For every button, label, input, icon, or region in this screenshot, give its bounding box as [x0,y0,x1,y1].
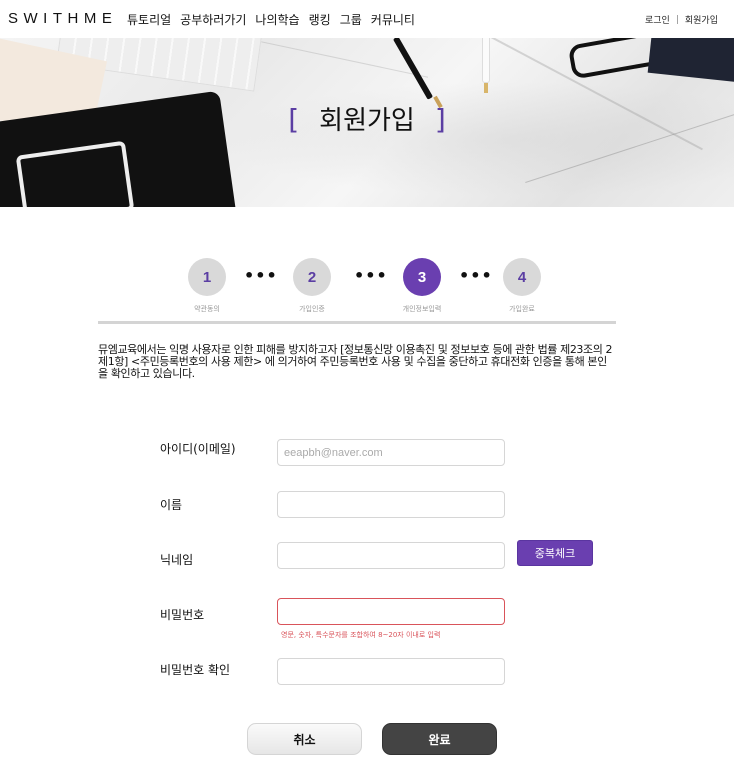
name-input[interactable] [277,491,505,518]
title-bracket-close: ] [434,103,446,136]
nav-item-ranking[interactable]: 랭킹 [309,11,331,28]
step-3-label: 개인정보입력 [402,305,442,313]
signup-link[interactable]: 회원가입 [685,13,718,26]
step-dots: ••• [459,266,493,285]
step-1-label: 약관동의 [194,305,220,313]
nav-item-my-learning[interactable]: 나의학습 [255,11,299,28]
step-1-circle: 1 [188,258,226,296]
hero-banner: [ 회원가입] [0,38,734,207]
step-2-label: 가입인증 [299,305,325,313]
top-header: SWITHME 튜토리얼 공부하러가기 나의학습 랭킹 그룹 커뮤니티 로그인 … [0,0,734,38]
id-label: 아이디(이메일) [160,442,236,456]
auth-links: 로그인 | 회원가입 [645,13,718,27]
pen-image [482,38,490,83]
nav-item-group[interactable]: 그룹 [340,11,362,28]
nav-item-tutorial[interactable]: 튜토리얼 [127,11,171,28]
title-bracket-open: [ [288,103,300,136]
step-4-label: 가입완료 [509,305,535,313]
id-input[interactable]: eeapbh@naver.com [277,439,505,466]
divider [98,321,616,324]
pen-tip [484,83,488,93]
cancel-button[interactable]: 취소 [247,723,362,755]
step-dots: ••• [244,266,278,285]
pen-image [392,38,434,100]
login-link[interactable]: 로그인 [645,13,670,26]
nav-item-community[interactable]: 커뮤니티 [371,11,415,28]
duplicate-check-button[interactable]: 중복체크 [517,540,593,566]
logo[interactable]: SWITHME [8,10,117,27]
password-confirm-label: 비밀번호 확인 [160,663,231,677]
main-nav: 튜토리얼 공부하러가기 나의학습 랭킹 그룹 커뮤니티 [127,11,424,28]
password-confirm-input[interactable] [277,658,505,685]
name-label: 이름 [160,498,183,512]
nav-item-study[interactable]: 공부하러가기 [180,11,246,28]
step-3-circle: 3 [403,258,441,296]
book-image [647,38,734,84]
auth-separator: | [675,14,679,25]
done-button[interactable]: 완료 [382,723,497,755]
password-hint: 영문, 숫자, 특수문자를 조합하여 8~20자 이내로 입력 [281,631,441,639]
page-title-text: 회원가입 [319,106,415,136]
password-input[interactable] [277,598,505,625]
identity-notice: 뮤엠교육에서는 익명 사용자로 인한 피해를 방지하고자 [정보통신망 이용촉진… [98,343,613,380]
step-dots: ••• [354,266,388,285]
step-2-circle: 2 [293,258,331,296]
page-title: [ 회원가입] [0,100,734,137]
password-label: 비밀번호 [160,608,205,622]
signup-steps: 1 약관동의 ••• 2 가입인증 ••• 3 개인정보입력 ••• 4 가입완… [98,258,616,318]
nickname-input[interactable] [277,542,505,569]
nickname-label: 닉네임 [160,553,194,567]
step-4-circle: 4 [503,258,541,296]
